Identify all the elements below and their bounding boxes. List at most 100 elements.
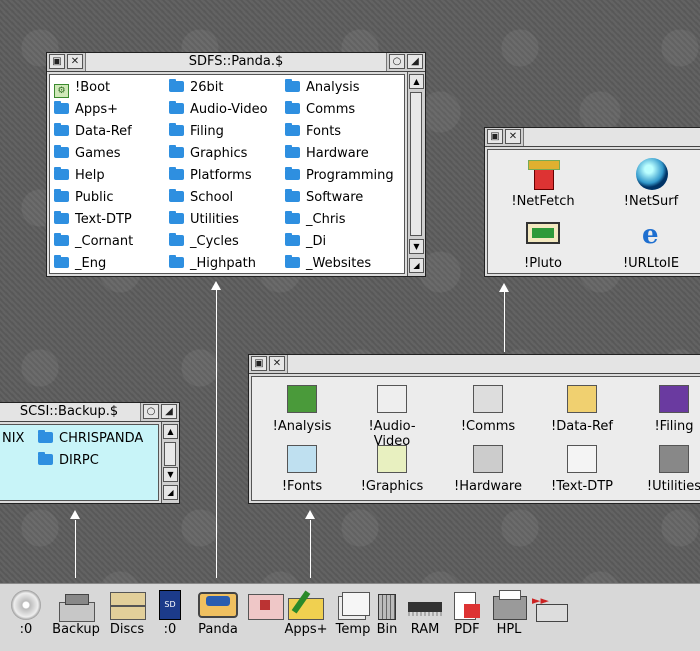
apps-window-title[interactable]	[287, 355, 700, 373]
backup-window-title[interactable]: SCSI::Backup.$	[0, 403, 141, 421]
file-item[interactable]: _Websites	[285, 253, 371, 275]
list-item[interactable]: DIRPC	[38, 450, 99, 472]
toggle-size-icon[interactable]: ◢	[161, 404, 177, 419]
file-item[interactable]: _Chris	[285, 209, 346, 231]
file-item[interactable]: Platforms	[169, 165, 252, 187]
iconise-icon[interactable]: ○	[389, 54, 405, 69]
apps-plus-icon	[288, 590, 324, 620]
iconbar-apps-plus[interactable]: Apps+	[284, 590, 328, 637]
backup-vertical-scrollbar[interactable]: ▲ ▼ ◢	[161, 422, 179, 503]
app-item[interactable]: !Fonts	[262, 443, 342, 494]
file-item-label: Fonts	[306, 124, 342, 139]
file-item[interactable]: Data-Ref	[54, 121, 132, 143]
panda-window-title[interactable]: SDFS::Panda.$	[85, 53, 387, 71]
iconbar-ramdisc[interactable]: RAM	[406, 590, 444, 637]
file-item[interactable]: _Highpath	[169, 253, 256, 275]
scroll-down-icon[interactable]: ▼	[409, 239, 424, 254]
apps-plus-window[interactable]: ▣ ✕ !Analysis !Audio-Video !Comms !Data-Ref…	[248, 354, 700, 504]
file-item[interactable]: Utilities	[169, 209, 239, 231]
backup-titlebar[interactable]: SCSI::Backup.$ ○ ◢	[0, 403, 179, 422]
iconbar-pdf-printer[interactable]: PDF	[448, 590, 486, 637]
file-item[interactable]: Fonts	[285, 121, 341, 143]
panda-titlebar[interactable]: ▣ ✕ SDFS::Panda.$ ○ ◢	[47, 53, 425, 72]
file-item[interactable]: _Cornant	[54, 231, 133, 253]
iconbar-discs[interactable]: Discs	[106, 590, 148, 637]
app-item[interactable]: !Comms	[448, 383, 528, 434]
file-item[interactable]: Audio-Video	[169, 99, 268, 121]
file-item[interactable]: _Cycles	[169, 231, 239, 253]
file-item[interactable]: Help	[54, 165, 105, 187]
app-item[interactable]: !Audio-Video	[352, 383, 432, 449]
file-item[interactable]: Analysis	[285, 77, 360, 99]
iconbar-sd-card[interactable]: SD :0	[152, 590, 188, 637]
scroll-down-icon[interactable]: ▼	[163, 467, 178, 482]
close-icon[interactable]: ✕	[67, 54, 83, 69]
app-item[interactable]: !Utilities	[634, 443, 700, 494]
iconbar-hpl-printer[interactable]: HPL	[490, 590, 528, 637]
file-item-label: Public	[75, 190, 114, 205]
file-item[interactable]: Apps+	[54, 99, 118, 121]
scroll-up-icon[interactable]: ▲	[409, 74, 424, 89]
internet-apps-window[interactable]: ▣ ✕ !NetFetch !NetSurf !Pluto e !URLtoIE	[484, 127, 700, 277]
iconise-icon[interactable]: ○	[143, 404, 159, 419]
internet-titlebar[interactable]: ▣ ✕	[485, 128, 700, 147]
file-item[interactable]: _Di	[285, 231, 326, 253]
iconbar-printers[interactable]: ►►	[530, 590, 570, 626]
file-item[interactable]: Programming	[285, 165, 394, 187]
toggle-size-icon[interactable]: ◢	[407, 54, 423, 69]
back-icon[interactable]: ▣	[251, 356, 267, 371]
folder-icon	[285, 79, 300, 92]
file-item[interactable]: School	[169, 187, 233, 209]
file-item[interactable]: _Eng	[54, 253, 106, 275]
internet-window-title[interactable]	[523, 128, 700, 146]
file-item[interactable]: ⚙ !Boot	[54, 77, 110, 99]
file-item[interactable]: Games	[54, 143, 120, 165]
list-item[interactable]: NIX	[2, 428, 24, 450]
file-item[interactable]: 26bit	[169, 77, 224, 99]
app-item[interactable]: !Analysis	[262, 383, 342, 434]
app-item[interactable]: !Graphics	[352, 443, 432, 494]
cd-disc-icon	[11, 590, 41, 620]
app-item-urltoie[interactable]: e !URLtoIE	[616, 220, 686, 271]
app-item[interactable]: !Hardware	[448, 443, 528, 494]
file-item-label: Apps+	[75, 102, 119, 117]
file-item[interactable]: Public	[54, 187, 113, 209]
iconbar-bin[interactable]: Bin	[372, 590, 402, 637]
iconbar-apps-folder[interactable]	[246, 590, 284, 622]
file-item[interactable]: Filing	[169, 121, 224, 143]
app-item[interactable]: !Text-DTP	[542, 443, 622, 494]
panda-file-pane: ⚙ !Boot Apps+ Data-Ref Games Help Public Text-D…	[49, 74, 405, 274]
close-icon[interactable]: ✕	[269, 356, 285, 371]
file-item[interactable]: Hardware	[285, 143, 369, 165]
iconbar-cd-drive[interactable]: :0	[6, 590, 46, 637]
close-icon[interactable]: ✕	[505, 129, 521, 144]
back-icon[interactable]: ▣	[487, 129, 503, 144]
panda-vertical-scrollbar[interactable]: ▲ ▼ ◢	[407, 72, 425, 276]
file-item[interactable]: Graphics	[169, 143, 247, 165]
resize-icon[interactable]: ◢	[163, 485, 178, 500]
iconbar-temp[interactable]: Temp	[334, 590, 372, 637]
iconbar-backup-drive[interactable]: Backup	[50, 590, 102, 637]
netfetch-icon	[524, 158, 562, 192]
resize-icon[interactable]: ◢	[409, 258, 424, 273]
app-item-netsurf[interactable]: !NetSurf	[616, 158, 686, 209]
app-item[interactable]: !Data-Ref	[542, 383, 622, 434]
scroll-up-icon[interactable]: ▲	[163, 424, 178, 439]
app-item-pluto[interactable]: !Pluto	[508, 220, 578, 271]
panda-filer-window[interactable]: ▣ ✕ SDFS::Panda.$ ○ ◢ ⚙ !BootApps+Data-Re…	[46, 52, 426, 277]
file-item-label: Audio-Video	[190, 102, 268, 117]
scroll-thumb[interactable]	[164, 442, 176, 466]
backup-filer-window[interactable]: SCSI::Backup.$ ○ ◢ NIX CHRISPANDA DIRPC …	[0, 402, 180, 504]
iconbar-panda[interactable]: Panda	[194, 590, 242, 637]
back-icon[interactable]: ▣	[49, 54, 65, 69]
bin-icon	[376, 590, 398, 620]
file-item[interactable]: Software	[285, 187, 363, 209]
file-item[interactable]: Text-DTP	[54, 209, 132, 231]
app-item[interactable]: !Filing	[634, 383, 700, 434]
list-item[interactable]: CHRISPANDA	[38, 428, 143, 450]
iconbar-label: Temp	[335, 622, 371, 637]
file-item[interactable]: Comms	[285, 99, 355, 121]
app-item-netfetch[interactable]: !NetFetch	[508, 158, 578, 209]
apps-titlebar[interactable]: ▣ ✕	[249, 355, 700, 374]
scroll-thumb[interactable]	[410, 92, 422, 236]
